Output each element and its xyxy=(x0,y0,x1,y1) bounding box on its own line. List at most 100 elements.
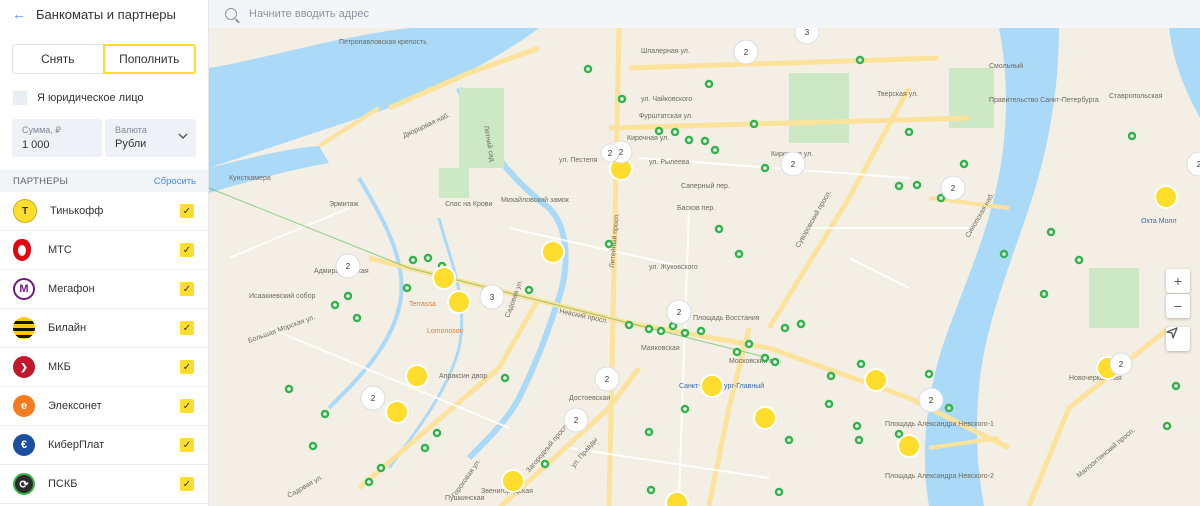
partner-name: МТС xyxy=(48,244,72,256)
atm-point xyxy=(824,399,834,409)
map-label: Смольный xyxy=(989,62,1023,70)
map-label: Тверская ул. xyxy=(877,91,918,98)
partner-item-megafon[interactable]: М Мегафон ✓ xyxy=(0,270,208,309)
atm-point xyxy=(854,435,864,445)
atm-point xyxy=(744,339,754,349)
partner-item-eleksnet[interactable]: e Элексонет ✓ xyxy=(0,387,208,426)
atm-point xyxy=(646,485,656,495)
zoom-in-button[interactable]: + xyxy=(1166,269,1190,293)
currency-select[interactable]: Валюта Рубли xyxy=(105,119,196,157)
atm-point xyxy=(617,94,627,104)
atm-point xyxy=(760,353,770,363)
map-label: ул. Жуковского xyxy=(649,264,698,271)
partner-item-mts[interactable]: МТС ✓ xyxy=(0,231,208,270)
tinkoff-marker-icon xyxy=(753,406,777,430)
map-canvas[interactable]: Шпалерная ул. ул. Чайковского Фурштатска… xyxy=(209,28,1200,506)
map-label: Спас на Крови xyxy=(445,201,492,208)
legal-entity-row[interactable]: Я юридическое лицо xyxy=(13,90,196,106)
geolocation-button[interactable] xyxy=(1166,327,1190,351)
partner-name: МКБ xyxy=(48,361,71,373)
tinkoff-marker-icon xyxy=(665,491,689,506)
atm-point xyxy=(402,283,412,293)
map[interactable]: Шпалерная ул. ул. Чайковского Фурштатска… xyxy=(209,28,1200,506)
atm-point xyxy=(624,320,634,330)
tinkoff-marker-icon xyxy=(405,364,429,388)
checkbox-checked-icon[interactable]: ✓ xyxy=(180,243,194,257)
partner-item-mkb[interactable]: ❯ МКБ ✓ xyxy=(0,348,208,387)
atm-point xyxy=(924,369,934,379)
map-label: Апраксин двор xyxy=(439,373,487,380)
map-label: Михайловский замок xyxy=(501,196,570,204)
atm-point xyxy=(668,321,678,331)
atm-point xyxy=(423,253,433,263)
cluster-count: 2 xyxy=(574,416,579,425)
amount-field[interactable]: Сумма, ₽ 1 000 xyxy=(12,119,102,157)
checkbox-checked-icon[interactable]: ✓ xyxy=(180,204,194,218)
chevron-down-icon xyxy=(178,131,188,142)
partner-item-tinkoff[interactable]: Т Тинькофф ✓ xyxy=(0,192,208,231)
sidebar-header: ← Банкоматы и партнеры xyxy=(0,0,208,28)
cluster-count: 2 xyxy=(951,184,956,193)
legal-entity-checkbox[interactable] xyxy=(13,91,27,105)
checkbox-checked-icon[interactable]: ✓ xyxy=(180,360,194,374)
amount-label: Сумма, ₽ xyxy=(22,125,62,135)
map-label: Охта Молл xyxy=(1141,218,1177,225)
park-tauride-garden xyxy=(789,73,849,143)
megafon-logo-icon: М xyxy=(13,278,35,300)
atm-point xyxy=(894,429,904,439)
map-label: Кунсткамера xyxy=(229,175,271,182)
map-label: Правительство Санкт-Петербурга xyxy=(989,96,1099,104)
atm-point xyxy=(999,249,1009,259)
checkbox-checked-icon[interactable]: ✓ xyxy=(180,321,194,335)
partner-name: Билайн xyxy=(48,322,87,334)
cluster-count: 2 xyxy=(791,160,796,169)
tinkoff-marker-icon xyxy=(385,400,409,424)
atm-point xyxy=(670,127,680,137)
atm-point xyxy=(308,441,318,451)
tinkoff-marker-icon xyxy=(501,469,525,493)
atm-point xyxy=(284,384,294,394)
partners-title: ПАРТНЕРЫ xyxy=(13,175,69,187)
map-label: Достоевская xyxy=(569,395,610,402)
cluster-count: 2 xyxy=(608,149,613,158)
partner-item-pskb[interactable]: ⟳ ПСКБ ✓ xyxy=(0,465,208,504)
map-label: ул. Чайковского xyxy=(641,95,692,103)
map-label: Маяковская xyxy=(641,345,680,352)
checkbox-checked-icon[interactable]: ✓ xyxy=(180,438,194,452)
map-label: Terrassa xyxy=(409,301,436,308)
checkbox-checked-icon[interactable]: ✓ xyxy=(180,282,194,296)
atm-point xyxy=(420,443,430,453)
tab-deposit[interactable]: Пополнить xyxy=(102,44,196,74)
atm-point xyxy=(654,126,664,136)
tab-withdraw[interactable]: Снять xyxy=(12,44,103,74)
tinkoff-marker-icon xyxy=(1154,185,1178,209)
atm-point xyxy=(320,409,330,419)
partner-item-beeline[interactable]: Билайн ✓ xyxy=(0,309,208,348)
map-label: Ставропольская xyxy=(1109,93,1162,100)
amount-value[interactable]: 1 000 xyxy=(22,139,102,151)
atm-point xyxy=(774,487,784,497)
map-label: Площадь Александра Невского-1 xyxy=(885,421,994,428)
search-icon xyxy=(225,8,237,20)
checkbox-checked-icon[interactable]: ✓ xyxy=(180,399,194,413)
checkbox-checked-icon[interactable]: ✓ xyxy=(180,477,194,491)
reset-link[interactable]: Сбросить xyxy=(154,176,196,187)
zoom-out-button[interactable]: − xyxy=(1166,294,1190,318)
partner-name: Элексонет xyxy=(48,400,102,412)
address-search-input[interactable] xyxy=(247,7,851,21)
atm-point xyxy=(852,421,862,431)
eleksnet-logo-icon: e xyxy=(13,395,35,417)
park-field xyxy=(439,168,469,198)
cluster-count: 2 xyxy=(744,48,749,57)
partner-item-cyberplat[interactable]: € КиберПлат ✓ xyxy=(0,426,208,465)
tinkoff-marker-icon xyxy=(864,368,888,392)
sidebar-title: Банкоматы и партнеры xyxy=(36,6,176,22)
atm-point xyxy=(644,324,654,334)
partner-name: КиберПлат xyxy=(48,439,105,451)
back-arrow-icon[interactable]: ← xyxy=(12,6,26,22)
tinkoff-marker-icon xyxy=(897,434,921,458)
cluster-count: 2 xyxy=(677,308,682,317)
mts-logo-icon xyxy=(13,239,31,261)
legal-entity-label: Я юридическое лицо xyxy=(37,92,144,104)
atm-point xyxy=(644,427,654,437)
